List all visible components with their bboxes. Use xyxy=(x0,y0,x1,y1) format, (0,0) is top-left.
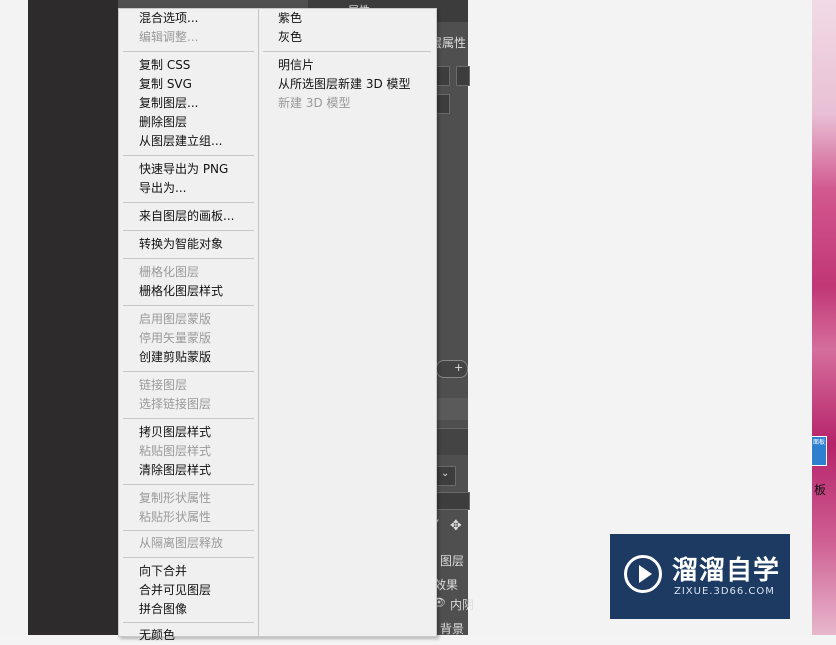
menu-item-copy-svg[interactable]: 复制 SVG xyxy=(139,75,192,94)
add-button[interactable]: + xyxy=(436,360,468,378)
menu-item-paste-layer-style[interactable]: 粘贴图层样式 xyxy=(139,442,211,461)
blend-mode-dropdown[interactable]: ⌄ xyxy=(436,466,456,486)
menu-separator xyxy=(123,305,254,306)
menu-item-copy-css[interactable]: 复制 CSS xyxy=(139,56,190,75)
layers-panel-title[interactable]: 图层 xyxy=(440,552,464,569)
menu-separator xyxy=(123,371,254,372)
menu-item-rasterize-layer[interactable]: 栅格化图层 xyxy=(139,263,199,282)
menu-item-copy-shape-attributes[interactable]: 复制形状属性 xyxy=(139,489,211,508)
panel-divider-strip xyxy=(436,398,468,420)
watermark-title: 溜溜自学 xyxy=(672,556,781,586)
menu-separator xyxy=(123,418,254,419)
menu-item-clear-layer-style[interactable]: 清除图层样式 xyxy=(139,461,211,480)
menu-item-select-linked-layers[interactable]: 选择链接图层 xyxy=(139,395,211,414)
panel-tab-button[interactable]: 面板 xyxy=(811,436,827,466)
menu-item-group-from-layers[interactable]: 从图层建立组... xyxy=(139,132,222,151)
menu-separator xyxy=(123,202,254,203)
opacity-field[interactable] xyxy=(436,492,470,510)
inner-shadow-label: 内阴 xyxy=(450,598,475,612)
layer-context-menu: 混合选项... 编辑调整... 复制 CSS 复制 SVG 复制图层... 删除… xyxy=(118,8,437,642)
menu-item-convert-smart-object[interactable]: 转换为智能对象 xyxy=(139,235,223,254)
panel-tab-label: 面板 xyxy=(813,439,826,446)
menu-item-color-violet[interactable]: 紫色 xyxy=(278,9,302,28)
watermark-logo: 溜溜自学 ZIXUE.3D66.COM xyxy=(610,534,790,619)
menu-item-no-color[interactable]: 无颜色 xyxy=(139,626,175,645)
side-panel-label: 板 xyxy=(814,483,827,497)
menu-item-duplicate-layer[interactable]: 复制图层... xyxy=(139,94,198,113)
menu-separator xyxy=(123,622,254,623)
menu-item-release-from-isolation[interactable]: 从隔离图层释放 xyxy=(139,534,223,553)
watermark-subtitle: ZIXUE.3D66.COM xyxy=(674,586,775,597)
menu-item-postcard[interactable]: 明信片 xyxy=(278,56,314,75)
property-field[interactable] xyxy=(436,66,450,86)
menu-separator xyxy=(123,530,254,531)
menu-item-rasterize-layer-style[interactable]: 栅格化图层样式 xyxy=(139,282,223,301)
menu-item-enable-layer-mask[interactable]: 启用图层蒙版 xyxy=(139,310,211,329)
plus-icon: + xyxy=(454,361,464,374)
chevron-down-icon: ⌄ xyxy=(441,468,450,479)
menu-item-color-gray[interactable]: 灰色 xyxy=(278,28,302,47)
menu-item-create-clipping-mask[interactable]: 创建剪贴蒙版 xyxy=(139,348,211,367)
menu-item-quick-export-png[interactable]: 快速导出为 PNG xyxy=(139,160,228,179)
property-field-3[interactable] xyxy=(436,94,450,114)
canvas-dark-area xyxy=(28,0,118,635)
menu-item-artboard-from-layers[interactable]: 来自图层的画板... xyxy=(139,207,234,226)
menu-separator xyxy=(123,51,254,52)
panel-tab-row xyxy=(436,428,468,455)
menu-item-merge-visible[interactable]: 合并可见图层 xyxy=(139,581,211,600)
move-icon[interactable]: ✥ xyxy=(450,518,462,534)
flower-image-strip xyxy=(812,0,836,635)
menu-item-flatten-image[interactable]: 拼合图像 xyxy=(139,600,187,619)
menu-separator xyxy=(123,484,254,485)
menu-separator xyxy=(263,51,431,52)
menu-item-merge-down[interactable]: 向下合并 xyxy=(139,562,187,581)
menu-item-edit-adjustment[interactable]: 编辑调整... xyxy=(139,28,198,47)
effects-label: 效果 xyxy=(434,578,459,592)
menu-column-divider xyxy=(258,9,259,636)
menu-item-new-3d-model[interactable]: 新建 3D 模型 xyxy=(278,94,351,113)
left-background xyxy=(0,0,28,635)
menu-item-paste-shape-attributes[interactable]: 粘贴形状属性 xyxy=(139,508,211,527)
menu-separator xyxy=(123,258,254,259)
menu-item-blending-options[interactable]: 混合选项... xyxy=(139,9,198,28)
menu-separator xyxy=(123,557,254,558)
menu-item-link-layers[interactable]: 链接图层 xyxy=(139,376,187,395)
menu-item-disable-vector-mask[interactable]: 停用矢量蒙版 xyxy=(139,329,211,348)
menu-separator xyxy=(123,155,254,156)
background-layer-label: 背景 xyxy=(440,622,465,636)
property-field-2[interactable] xyxy=(456,66,470,86)
menu-item-export-as[interactable]: 导出为... xyxy=(139,179,186,198)
menu-separator xyxy=(123,230,254,231)
menu-item-new-3d-from-selected[interactable]: 从所选图层新建 3D 模型 xyxy=(278,75,411,94)
menu-item-copy-layer-style[interactable]: 拷贝图层样式 xyxy=(139,423,211,442)
play-icon xyxy=(639,565,652,583)
menu-item-delete-layer[interactable]: 删除图层 xyxy=(139,113,187,132)
